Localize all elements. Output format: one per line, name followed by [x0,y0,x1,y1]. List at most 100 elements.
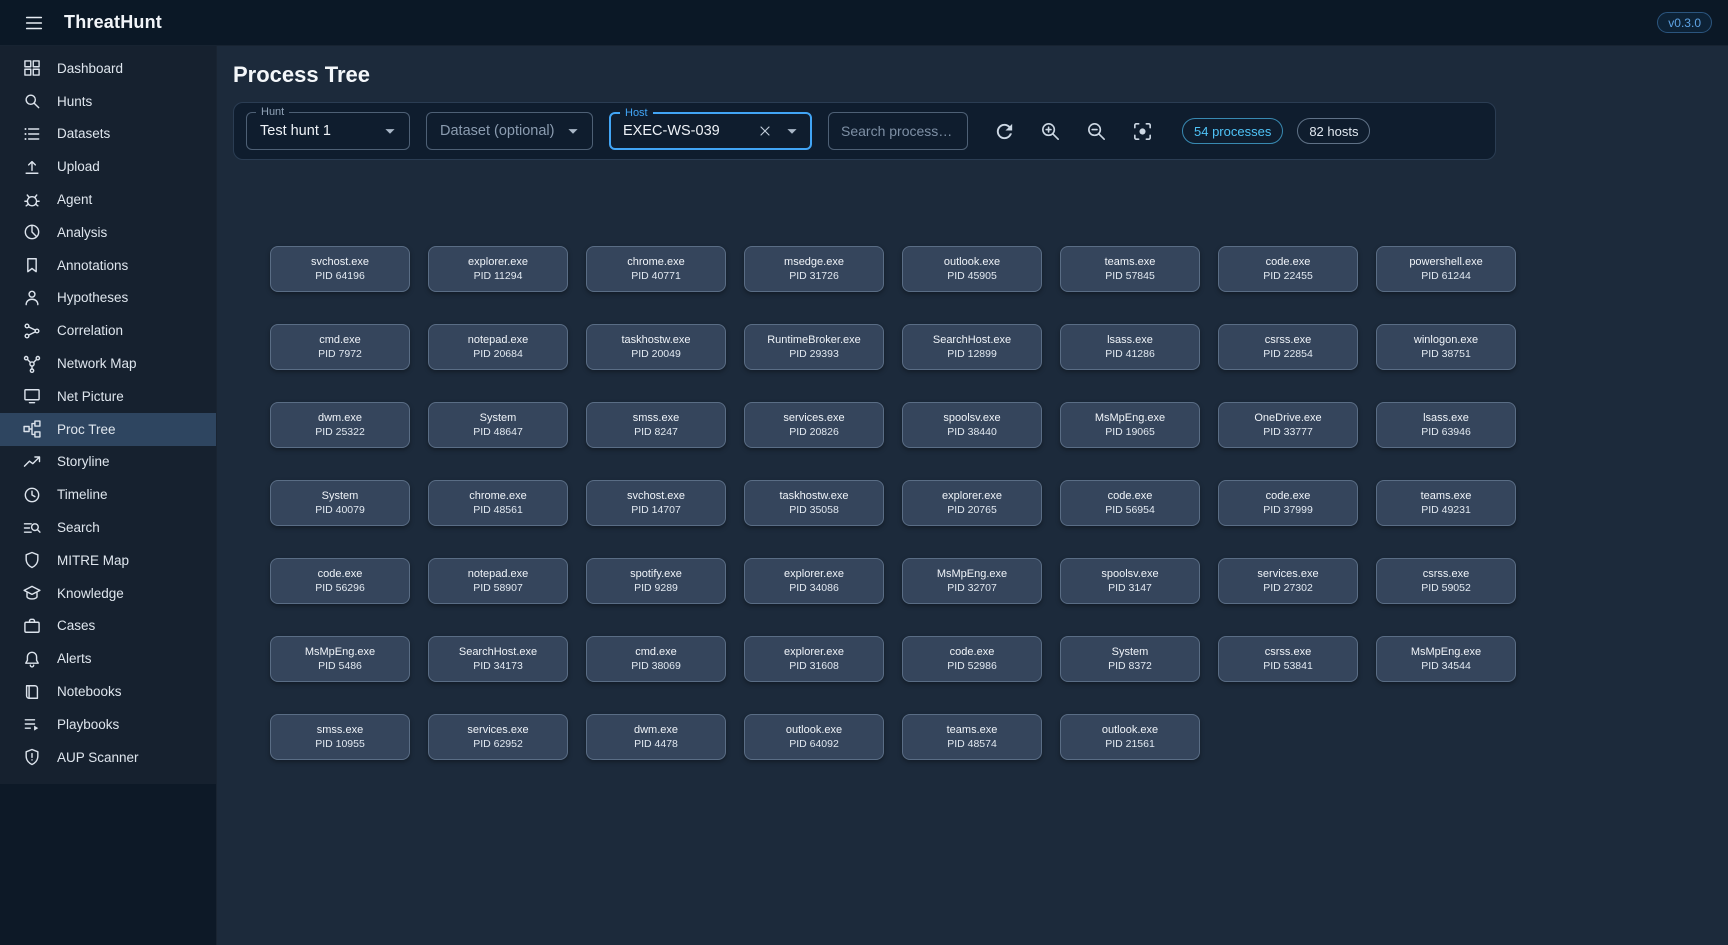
process-node[interactable]: spoolsv.exePID 3147 [1060,558,1200,604]
process-node[interactable]: code.exePID 56954 [1060,480,1200,526]
process-name: taskhostw.exe [621,334,690,346]
process-node[interactable]: dwm.exePID 25322 [270,402,410,448]
process-node[interactable]: spoolsv.exePID 38440 [902,402,1042,448]
center-view-button[interactable] [1122,111,1162,151]
process-pid: PID 7972 [318,348,362,360]
process-node[interactable]: SystemPID 8372 [1060,636,1200,682]
process-node[interactable]: csrss.exePID 22854 [1218,324,1358,370]
person-icon [22,288,42,308]
process-node[interactable]: teams.exePID 49231 [1376,480,1516,526]
process-node[interactable]: services.exePID 62952 [428,714,568,760]
sidebar-item-upload[interactable]: Upload [0,150,216,183]
process-node[interactable]: explorer.exePID 34086 [744,558,884,604]
sidebar-item-search[interactable]: Search [0,511,216,544]
process-node[interactable]: OneDrive.exePID 33777 [1218,402,1358,448]
process-node[interactable]: explorer.exePID 20765 [902,480,1042,526]
sidebar-item-knowledge[interactable]: Knowledge [0,577,216,610]
process-node[interactable]: csrss.exePID 53841 [1218,636,1358,682]
process-node[interactable]: MsMpEng.exePID 5486 [270,636,410,682]
process-node[interactable]: RuntimeBroker.exePID 29393 [744,324,884,370]
process-node[interactable]: taskhostw.exePID 20049 [586,324,726,370]
process-name: winlogon.exe [1414,334,1478,346]
process-node[interactable]: code.exePID 52986 [902,636,1042,682]
process-node[interactable]: smss.exePID 10955 [270,714,410,760]
process-node[interactable]: csrss.exePID 59052 [1376,558,1516,604]
sidebar-item-hunts[interactable]: Hunts [0,85,216,118]
process-node[interactable]: msedge.exePID 31726 [744,246,884,292]
clear-host-button[interactable] [753,119,777,143]
process-node[interactable]: SystemPID 48647 [428,402,568,448]
zoom-out-button[interactable] [1076,111,1116,151]
sidebar-item-proc-tree[interactable]: Proc Tree [0,413,216,446]
zoom-in-icon [1039,120,1062,143]
sidebar-item-mitre-map[interactable]: MITRE Map [0,544,216,577]
process-node[interactable]: explorer.exePID 31608 [744,636,884,682]
process-pid: PID 40771 [631,270,681,282]
process-node[interactable]: smss.exePID 8247 [586,402,726,448]
sidebar-item-timeline[interactable]: Timeline [0,478,216,511]
process-node[interactable]: cmd.exePID 7972 [270,324,410,370]
process-pid: PID 37999 [1263,504,1313,516]
sidebar-item-net-picture[interactable]: Net Picture [0,380,216,413]
menu-button[interactable] [16,5,52,41]
process-node[interactable]: outlook.exePID 21561 [1060,714,1200,760]
monitor-icon [22,386,42,406]
search-process-input[interactable] [828,112,968,150]
process-node[interactable]: code.exePID 22455 [1218,246,1358,292]
sidebar-item-storyline[interactable]: Storyline [0,446,216,479]
process-node[interactable]: spotify.exePID 9289 [586,558,726,604]
process-node[interactable]: MsMpEng.exePID 32707 [902,558,1042,604]
sidebar-item-correlation[interactable]: Correlation [0,314,216,347]
zoom-in-button[interactable] [1030,111,1070,151]
process-node[interactable]: svchost.exePID 14707 [586,480,726,526]
process-node[interactable]: explorer.exePID 11294 [428,246,568,292]
host-select[interactable]: Host EXEC-WS-039 [609,112,812,150]
process-node[interactable]: SystemPID 40079 [270,480,410,526]
process-node[interactable]: chrome.exePID 48561 [428,480,568,526]
sidebar-item-label: Dashboard [57,61,123,76]
sidebar-item-notebooks[interactable]: Notebooks [0,675,216,708]
hunt-select[interactable]: Hunt Test hunt 1 [246,112,410,150]
process-node[interactable]: dwm.exePID 4478 [586,714,726,760]
process-node[interactable]: services.exePID 27302 [1218,558,1358,604]
toolbar-icon-buttons [984,111,1162,151]
sidebar-item-annotations[interactable]: Annotations [0,249,216,282]
process-node[interactable]: notepad.exePID 58907 [428,558,568,604]
process-node[interactable]: outlook.exePID 64092 [744,714,884,760]
process-node[interactable]: cmd.exePID 38069 [586,636,726,682]
sidebar-item-datasets[interactable]: Datasets [0,118,216,151]
sidebar-item-agent[interactable]: Agent [0,183,216,216]
process-node[interactable]: code.exePID 56296 [270,558,410,604]
sidebar-item-analysis[interactable]: Analysis [0,216,216,249]
sidebar-item-aup-scanner[interactable]: AUP Scanner [0,741,216,774]
process-node[interactable]: lsass.exePID 41286 [1060,324,1200,370]
process-node[interactable]: lsass.exePID 63946 [1376,402,1516,448]
process-node[interactable]: winlogon.exePID 38751 [1376,324,1516,370]
process-node[interactable]: SearchHost.exePID 12899 [902,324,1042,370]
process-node[interactable]: powershell.exePID 61244 [1376,246,1516,292]
process-name: System [480,412,517,424]
process-pid: PID 22854 [1263,348,1313,360]
sidebar-item-dashboard[interactable]: Dashboard [0,52,216,85]
process-node[interactable]: MsMpEng.exePID 19065 [1060,402,1200,448]
process-node[interactable]: SearchHost.exePID 34173 [428,636,568,682]
process-node[interactable]: MsMpEng.exePID 34544 [1376,636,1516,682]
process-node[interactable]: outlook.exePID 45905 [902,246,1042,292]
process-node[interactable]: services.exePID 20826 [744,402,884,448]
sidebar-item-hypotheses[interactable]: Hypotheses [0,282,216,315]
process-node[interactable]: chrome.exePID 40771 [586,246,726,292]
refresh-button[interactable] [984,111,1024,151]
process-node[interactable]: code.exePID 37999 [1218,480,1358,526]
sidebar-item-alerts[interactable]: Alerts [0,642,216,675]
process-node[interactable]: teams.exePID 57845 [1060,246,1200,292]
process-node[interactable]: teams.exePID 48574 [902,714,1042,760]
process-name: lsass.exe [1423,412,1469,424]
dataset-select[interactable]: Dataset (optional) [426,112,593,150]
process-node[interactable]: svchost.exePID 64196 [270,246,410,292]
sidebar-item-cases[interactable]: Cases [0,610,216,643]
sidebar-item-network-map[interactable]: Network Map [0,347,216,380]
process-node[interactable]: taskhostw.exePID 35058 [744,480,884,526]
process-node[interactable]: notepad.exePID 20684 [428,324,568,370]
sidebar-item-playbooks[interactable]: Playbooks [0,708,216,741]
process-tree-canvas[interactable]: svchost.exePID 64196 explorer.exePID 1129… [233,160,1728,880]
